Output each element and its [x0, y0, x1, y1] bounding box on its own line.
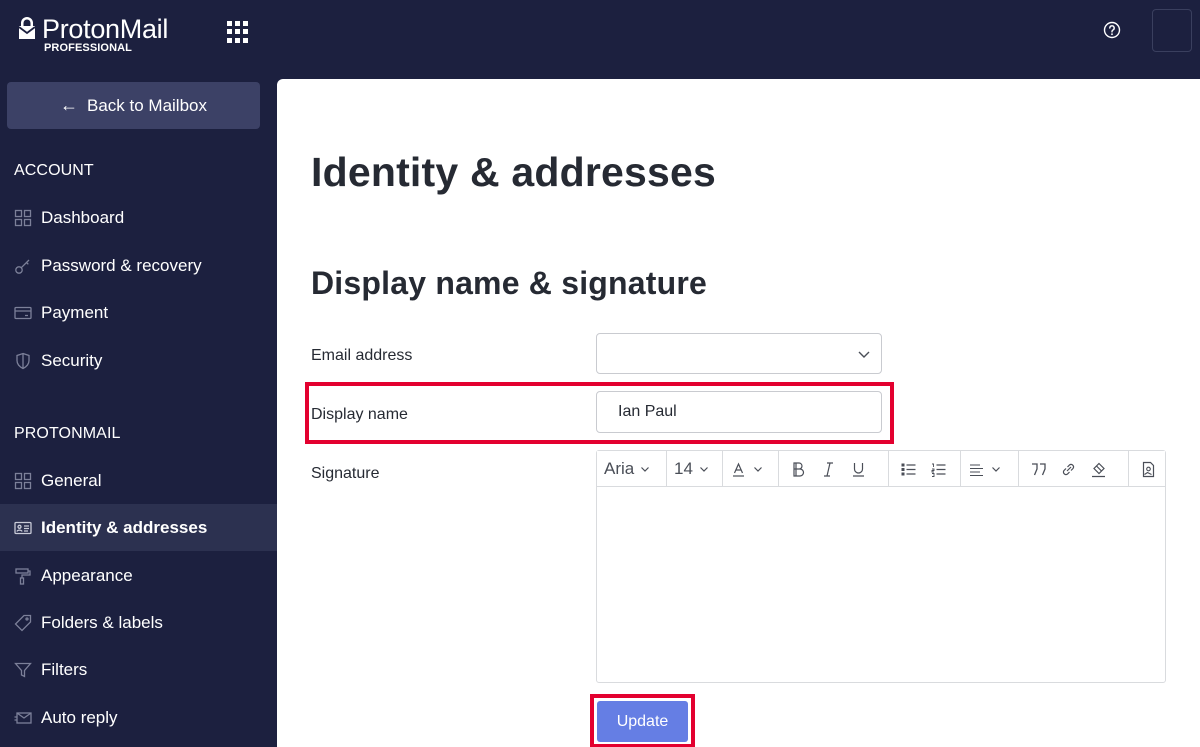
sidebar-item-label: Password & recovery: [41, 255, 202, 275]
blockquote-button[interactable]: [1023, 455, 1053, 483]
font-size-value: 14: [674, 459, 693, 478]
sidebar-item-general[interactable]: General: [0, 457, 277, 504]
credit-card-icon: [14, 304, 32, 322]
id-card-icon: [14, 519, 32, 537]
sidebar-item-appearance[interactable]: Appearance: [0, 552, 277, 599]
signature-editor: Aria 14: [596, 450, 1166, 683]
link-button[interactable]: [1053, 455, 1083, 483]
font-family-select[interactable]: Aria: [601, 455, 653, 483]
font-size-select[interactable]: 14: [671, 455, 712, 483]
protonmail-logo[interactable]: ProtonMail PROFESSIONAL: [18, 14, 178, 58]
sidebar-item-auto-reply[interactable]: Auto reply: [0, 694, 277, 741]
link-icon: [1062, 463, 1074, 475]
chevron-down-icon: [858, 351, 870, 358]
display-name-input[interactable]: [596, 391, 882, 433]
bold-button[interactable]: [783, 455, 813, 483]
quote-icon: [1031, 462, 1046, 475]
signature-editor-body[interactable]: [597, 488, 1165, 682]
email-address-label: Email address: [311, 347, 413, 364]
bullet-list-button[interactable]: [893, 455, 923, 483]
display-name-label: Display name: [311, 406, 408, 423]
align-left-icon: [970, 463, 983, 476]
email-address-select[interactable]: [596, 333, 882, 374]
editor-toolbar: Aria 14: [597, 451, 1165, 487]
paint-roller-icon: [14, 567, 32, 585]
dashboard-icon: [14, 209, 32, 227]
text-color-button[interactable]: [727, 455, 766, 483]
text-color-icon: [733, 462, 744, 477]
help-icon[interactable]: [1103, 21, 1121, 39]
brand-name: ProtonMail: [42, 14, 169, 44]
proton-lock-icon: [18, 17, 36, 39]
numbered-list-button[interactable]: [923, 455, 953, 483]
dashboard-icon: [14, 472, 32, 490]
sidebar: ← Back to Mailbox ACCOUNT Dashboard Pass…: [0, 79, 277, 747]
section-title-protonmail: PROTONMAIL: [14, 425, 121, 442]
sidebar-item-label: Auto reply: [41, 707, 118, 727]
apps-grid-icon[interactable]: [226, 20, 250, 44]
chevron-down-icon: [699, 467, 708, 472]
sidebar-item-label: Filters: [41, 659, 88, 679]
align-select[interactable]: [965, 455, 1004, 483]
user-avatar-button[interactable]: [1152, 9, 1192, 52]
underline-button[interactable]: [843, 455, 873, 483]
brand-plan: PROFESSIONAL: [44, 42, 132, 54]
shield-icon: [14, 352, 32, 370]
chevron-down-icon: [992, 467, 1000, 472]
chevron-down-icon: [754, 467, 762, 472]
insert-image-button[interactable]: [1133, 455, 1163, 483]
sidebar-item-security[interactable]: Security: [0, 337, 277, 384]
bold-icon: [792, 461, 804, 477]
italic-icon: [823, 461, 833, 477]
sidebar-item-filters[interactable]: Filters: [0, 646, 277, 693]
page-title: Identity & addresses: [311, 149, 717, 195]
sidebar-item-password-recovery[interactable]: Password & recovery: [0, 242, 277, 289]
bullet-list-icon: [901, 463, 915, 475]
sidebar-item-label: Appearance: [41, 565, 133, 585]
signature-label: Signature: [311, 465, 380, 482]
envelope-icon: [14, 709, 32, 727]
italic-button[interactable]: [813, 455, 843, 483]
sidebar-item-dashboard[interactable]: Dashboard: [0, 194, 277, 241]
main-content: Identity & addresses Display name & sign…: [277, 79, 1200, 747]
update-button[interactable]: Update: [597, 701, 688, 742]
sidebar-item-folders-labels[interactable]: Folders & labels: [0, 599, 277, 646]
eraser-icon: [1091, 462, 1105, 477]
clear-formatting-button[interactable]: [1083, 455, 1113, 483]
back-to-mailbox-button[interactable]: ← Back to Mailbox: [7, 82, 260, 129]
section-title-account: ACCOUNT: [14, 162, 94, 179]
filter-icon: [14, 661, 32, 679]
underline-icon: [852, 462, 864, 477]
image-file-icon: [1142, 461, 1154, 477]
sidebar-item-identity-addresses[interactable]: Identity & addresses: [0, 504, 277, 551]
sidebar-item-label: Folders & labels: [41, 612, 163, 632]
top-bar: ProtonMail PROFESSIONAL: [0, 0, 1200, 79]
sidebar-item-label: Security: [41, 350, 103, 370]
back-to-mailbox-label: Back to Mailbox: [87, 95, 207, 115]
sidebar-item-label: General: [41, 470, 102, 490]
key-icon: [14, 257, 32, 275]
chevron-down-icon: [641, 467, 650, 472]
numbered-list-icon: [931, 463, 945, 477]
sidebar-item-payment[interactable]: Payment: [0, 289, 277, 336]
sidebar-item-label: Dashboard: [41, 207, 125, 227]
section-title: Display name & signature: [311, 265, 708, 301]
sidebar-item-label: Identity & addresses: [41, 517, 208, 537]
font-family-value: Aria: [604, 459, 635, 478]
sidebar-item-label: Payment: [41, 302, 109, 322]
arrow-left-icon: ←: [60, 95, 78, 115]
tag-icon: [14, 614, 32, 632]
